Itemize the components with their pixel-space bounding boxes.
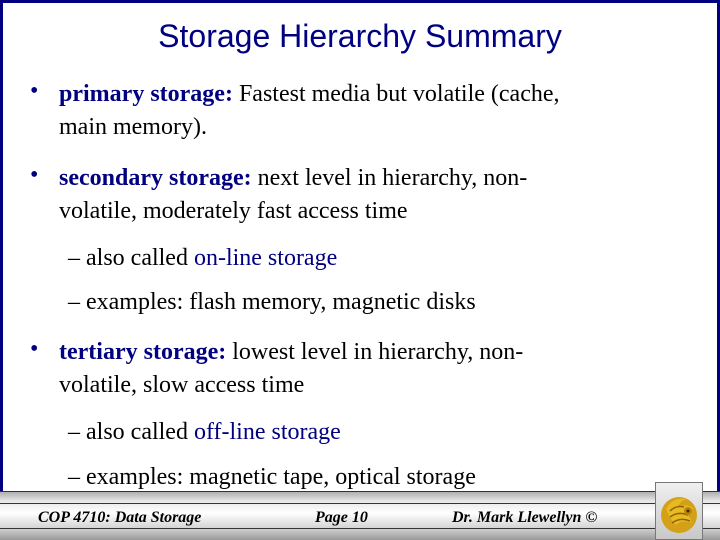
slide-title: Storage Hierarchy Summary <box>158 18 562 54</box>
footer-page-number: Page 10 <box>315 509 368 526</box>
sub-bullet-offline: – also called off-line storage <box>68 417 341 447</box>
ucf-pegasus-logo-icon <box>661 497 697 533</box>
bullet-secondary-storage: • secondary storage: next level in hiera… <box>30 162 670 228</box>
sub-bullet-prefix: – examples: magnetic tape, optical stora… <box>68 464 476 490</box>
bullet-dot: • <box>30 162 39 188</box>
bullet-line2: main memory). <box>59 114 207 140</box>
sub-bullet-prefix: – examples: flash memory, magnetic disks <box>68 289 476 315</box>
sub-bullet-prefix: – also called <box>68 245 194 271</box>
sub-bullet-prefix: – also called <box>68 419 194 445</box>
bullet-line1: lowest level in hierarchy, non- <box>232 339 524 365</box>
footer-author: Dr. Mark Llewellyn © <box>452 509 598 526</box>
bullet-text: tertiary storage: lowest level in hierar… <box>59 336 670 402</box>
bullet-text: primary storage: Fastest media but volat… <box>59 78 670 144</box>
bullet-line2: volatile, moderately fast access time <box>59 198 408 224</box>
bullet-line1: next level in hierarchy, non- <box>257 165 528 191</box>
slide: Storage Hierarchy Summary • primary stor… <box>0 0 720 540</box>
footer-divider <box>0 491 720 492</box>
bullet-tertiary-storage: • tertiary storage: lowest level in hier… <box>30 336 670 402</box>
sub-bullet-highlight: on-line storage <box>193 245 338 271</box>
footer-divider <box>0 503 720 504</box>
bullet-dot: • <box>30 336 39 362</box>
bullet-text: secondary storage: next level in hierarc… <box>59 162 670 228</box>
bullet-line2: volatile, slow access time <box>59 372 305 398</box>
bullet-dot: • <box>30 78 39 104</box>
sub-bullet-examples-tertiary: – examples: magnetic tape, optical stora… <box>68 462 476 492</box>
bullet-primary-storage: • primary storage: Fastest media but vol… <box>30 78 670 144</box>
footer-course: COP 4710: Data Storage <box>38 509 202 526</box>
bullet-term: tertiary storage: <box>59 339 227 365</box>
sub-bullet-examples-secondary: – examples: flash memory, magnetic disks <box>68 287 476 317</box>
bullet-term: primary storage: <box>59 81 233 107</box>
bullet-line1: Fastest media but volatile (cache, <box>238 81 560 107</box>
sub-bullet-highlight: off-line storage <box>193 419 341 445</box>
logo-frame <box>655 482 703 540</box>
sub-bullet-online: – also called on-line storage <box>68 243 337 273</box>
footer-divider <box>0 528 720 529</box>
bullet-term: secondary storage: <box>59 165 252 191</box>
